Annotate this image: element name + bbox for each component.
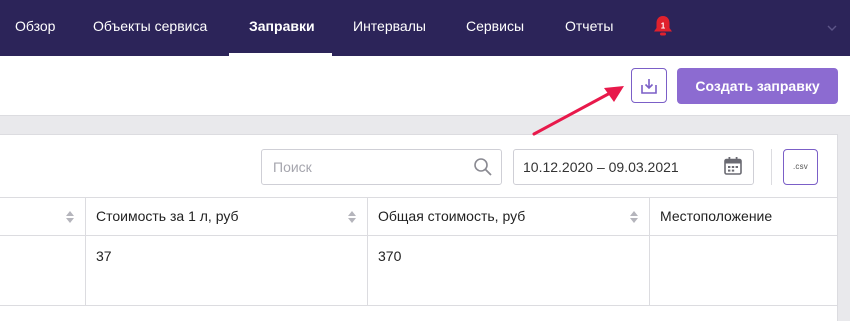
table-header: Стоимость за 1 л, руб Общая стоимость, р…	[0, 197, 838, 236]
table-cell	[0, 236, 86, 305]
download-button[interactable]	[631, 68, 667, 103]
search-icon[interactable]	[473, 157, 493, 177]
sort-icon[interactable]	[629, 210, 639, 224]
sort-icon[interactable]	[65, 210, 75, 224]
csv-export-button[interactable]: .csv	[783, 149, 818, 185]
column-header-price-per-liter[interactable]: Стоимость за 1 л, руб	[86, 198, 368, 235]
action-bar: Создать заправку	[0, 56, 850, 116]
nav-item-reports[interactable]: Отчеты	[565, 0, 613, 56]
table-row[interactable]: 37 370	[0, 236, 838, 306]
sort-icon[interactable]	[347, 210, 357, 224]
date-range-picker[interactable]: 10.12.2020 – 09.03.2021	[513, 149, 754, 185]
table-cell-price-per-liter: 37	[86, 236, 368, 305]
nav-item-service-objects[interactable]: Объекты сервиса	[93, 0, 207, 56]
notification-count: 1	[661, 22, 666, 31]
column-header-total-cost[interactable]: Общая стоимость, руб	[368, 198, 650, 235]
column-header-first[interactable]	[0, 198, 86, 235]
calendar-icon[interactable]	[723, 156, 743, 176]
date-range-value: 10.12.2020 – 09.03.2021	[523, 159, 679, 175]
search-placeholder: Поиск	[273, 159, 312, 175]
nav-item-services[interactable]: Сервисы	[466, 0, 524, 56]
annotation-arrow	[532, 86, 624, 136]
nav-item-intervals[interactable]: Интервалы	[353, 0, 426, 56]
nav-item-refuelings[interactable]: Заправки	[249, 0, 315, 56]
nav-item-overview[interactable]: Обзор	[15, 0, 55, 56]
table-cell-location	[650, 236, 838, 305]
table-cell-total-cost: 370	[368, 236, 650, 305]
csv-label: .csv	[792, 162, 809, 171]
refuelings-card: Поиск 10.12.2020 – 09.03.2021 .csv Стоим…	[0, 134, 838, 321]
search-input[interactable]: Поиск	[261, 149, 502, 185]
column-header-location[interactable]: Местоположение	[650, 198, 838, 235]
download-icon	[641, 79, 657, 94]
toolbar-divider	[771, 149, 772, 185]
create-refueling-button[interactable]: Создать заправку	[677, 68, 838, 104]
notification-bell-icon[interactable]: 1	[652, 14, 674, 38]
chevron-down-icon[interactable]	[826, 21, 838, 33]
top-navigation: Обзор Объекты сервиса Заправки Интервалы…	[0, 0, 850, 56]
